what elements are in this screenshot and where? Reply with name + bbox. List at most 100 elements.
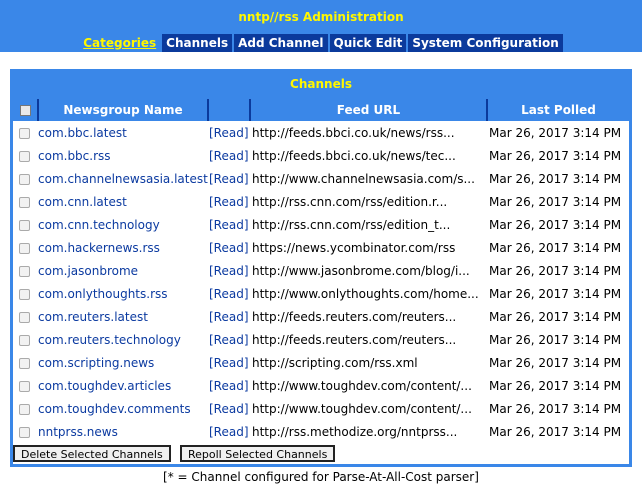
nav-bar: Categories Channels Add Channel Quick Ed… — [0, 34, 642, 52]
row-select-checkbox[interactable] — [19, 266, 30, 277]
channels-panel: Channels Newsgroup Name Feed URL Last Po… — [10, 69, 632, 467]
row-select-checkbox[interactable] — [19, 243, 30, 254]
last-polled: Mar 26, 2017 3:14 PM — [489, 172, 622, 186]
row-select-checkbox[interactable] — [19, 381, 30, 392]
newsgroup-name-link[interactable]: com.reuters.technology — [38, 329, 208, 352]
read-link[interactable]: [Read] — [209, 329, 251, 352]
feed-url: https://news.ycombinator.com/rss — [252, 241, 456, 255]
delete-selected-button[interactable]: Delete Selected Channels — [13, 445, 171, 462]
row-select-checkbox[interactable] — [19, 174, 30, 185]
read-link[interactable]: [Read] — [209, 214, 251, 237]
table-row: com.onlythoughts.rss [Read] http://www.onl… — [13, 283, 629, 306]
feed-url: http://www.jasonbrome.com/blog/i... — [252, 264, 470, 278]
read-link[interactable]: [Read] — [209, 306, 251, 329]
feed-url: http://feeds.bbci.co.uk/news/tec... — [252, 149, 456, 163]
nav-channels[interactable]: Channels — [162, 34, 233, 52]
table-row: com.reuters.latest [Read] http://feeds.reu… — [13, 306, 629, 329]
read-link[interactable]: [Read] — [209, 398, 251, 421]
table-row: com.scripting.news [Read] http://scripting… — [13, 352, 629, 375]
newsgroup-name-link[interactable]: com.toughdev.articles — [38, 375, 208, 398]
table-row: com.bbc.latest [Read] http://feeds.bbci.co… — [13, 122, 629, 145]
read-link[interactable]: [Read] — [209, 260, 251, 283]
newsgroup-name-link[interactable]: com.scripting.news — [38, 352, 208, 375]
read-link[interactable]: [Read] — [209, 421, 251, 444]
feed-url: http://rss.methodize.org/nntprss... — [252, 425, 458, 439]
newsgroup-name-link[interactable]: com.onlythoughts.rss — [38, 283, 208, 306]
row-select-checkbox[interactable] — [19, 358, 30, 369]
newsgroup-name-link[interactable]: com.channelnewsasia.latest — [38, 168, 208, 191]
table-row: com.toughdev.articles [Read] http://www.to… — [13, 375, 629, 398]
page-title: nntp//rss Administration — [238, 10, 404, 24]
read-link[interactable]: [Read] — [209, 191, 251, 214]
newsgroup-name-link[interactable]: com.bbc.latest — [38, 122, 208, 145]
read-link[interactable]: [Read] — [209, 145, 251, 168]
table-row: nntprss.news [Read] http://rss.methodize.o… — [13, 421, 629, 444]
select-all-checkbox[interactable] — [19, 104, 31, 116]
table-row: com.reuters.technology [Read] http://feeds… — [13, 329, 629, 352]
row-select-checkbox[interactable] — [19, 427, 30, 438]
nav-quick-edit[interactable]: Quick Edit — [329, 34, 407, 52]
row-select-checkbox[interactable] — [19, 289, 30, 300]
last-polled: Mar 26, 2017 3:14 PM — [489, 379, 622, 393]
feed-url: http://rss.cnn.com/rss/edition_t... — [252, 218, 451, 232]
newsgroup-name-link[interactable]: com.hackernews.rss — [38, 237, 208, 260]
last-polled: Mar 26, 2017 3:14 PM — [489, 241, 622, 255]
feed-url: http://www.toughdev.com/content/... — [252, 402, 472, 416]
last-polled: Mar 26, 2017 3:14 PM — [489, 195, 622, 209]
read-link[interactable]: [Read] — [209, 122, 251, 145]
feed-url: http://feeds.reuters.com/reuters... — [252, 310, 457, 324]
newsgroup-name-link[interactable]: com.cnn.technology — [38, 214, 208, 237]
newsgroup-name-link[interactable]: com.toughdev.comments — [38, 398, 208, 421]
read-link[interactable]: [Read] — [209, 375, 251, 398]
read-link[interactable]: [Read] — [209, 283, 251, 306]
column-header-name: Newsgroup Name — [39, 99, 207, 121]
column-header-last-polled: Last Polled — [488, 99, 629, 121]
last-polled: Mar 26, 2017 3:14 PM — [489, 149, 622, 163]
last-polled: Mar 26, 2017 3:14 PM — [489, 402, 622, 416]
panel-title: Channels — [290, 77, 352, 91]
table-row: com.bbc.rss [Read] http://feeds.bbci.co.uk… — [13, 145, 629, 168]
table-row: com.cnn.latest [Read] http://rss.cnn.com/r… — [13, 191, 629, 214]
newsgroup-name-link[interactable]: nntprss.news — [38, 421, 208, 444]
last-polled: Mar 26, 2017 3:14 PM — [489, 333, 622, 347]
row-select-checkbox[interactable] — [19, 128, 30, 139]
feed-url: http://www.onlythoughts.com/home... — [252, 287, 479, 301]
row-select-checkbox[interactable] — [19, 335, 30, 346]
header-select-all-cell — [13, 99, 37, 121]
last-polled: Mar 26, 2017 3:14 PM — [489, 287, 622, 301]
column-header-read — [209, 99, 249, 121]
channels-table: Newsgroup Name Feed URL Last Polled com.… — [13, 99, 629, 464]
last-polled: Mar 26, 2017 3:14 PM — [489, 425, 622, 439]
nav-add-channel[interactable]: Add Channel — [234, 34, 328, 52]
row-select-checkbox[interactable] — [19, 312, 30, 323]
read-link[interactable]: [Read] — [209, 352, 251, 375]
read-link[interactable]: [Read] — [209, 237, 251, 260]
table-row: com.jasonbrome [Read] http://www.jasonbrom… — [13, 260, 629, 283]
button-bar: Delete Selected Channels Repoll Selected… — [13, 443, 629, 464]
feed-url: http://scripting.com/rss.xml — [252, 356, 418, 370]
newsgroup-name-link[interactable]: com.jasonbrome — [38, 260, 208, 283]
feed-url: http://www.toughdev.com/content/... — [252, 379, 472, 393]
read-link[interactable]: [Read] — [209, 168, 251, 191]
newsgroup-name-link[interactable]: com.bbc.rss — [38, 145, 208, 168]
table-row: com.hackernews.rss [Read] https://news.yco… — [13, 237, 629, 260]
row-select-checkbox[interactable] — [19, 220, 30, 231]
nav-system-configuration[interactable]: System Configuration — [408, 34, 563, 52]
column-header-feed-url: Feed URL — [251, 99, 486, 121]
newsgroup-name-link[interactable]: com.reuters.latest — [38, 306, 208, 329]
parser-footnote: [* = Channel configured for Parse-At-All… — [163, 470, 479, 484]
last-polled: Mar 26, 2017 3:14 PM — [489, 264, 622, 278]
repoll-selected-button[interactable]: Repoll Selected Channels — [180, 445, 336, 462]
table-row: com.channelnewsasia.latest [Read] http://w… — [13, 168, 629, 191]
feed-url: http://www.channelnewsasia.com/s... — [252, 172, 475, 186]
table-row: com.cnn.technology [Read] http://rss.cnn.c… — [13, 214, 629, 237]
last-polled: Mar 26, 2017 3:14 PM — [489, 310, 622, 324]
last-polled: Mar 26, 2017 3:14 PM — [489, 218, 622, 232]
feed-url: http://feeds.bbci.co.uk/news/rss... — [252, 126, 455, 140]
row-select-checkbox[interactable] — [19, 151, 30, 162]
last-polled: Mar 26, 2017 3:14 PM — [489, 356, 622, 370]
row-select-checkbox[interactable] — [19, 197, 30, 208]
nav-categories[interactable]: Categories — [79, 34, 161, 52]
row-select-checkbox[interactable] — [19, 404, 30, 415]
newsgroup-name-link[interactable]: com.cnn.latest — [38, 191, 208, 214]
